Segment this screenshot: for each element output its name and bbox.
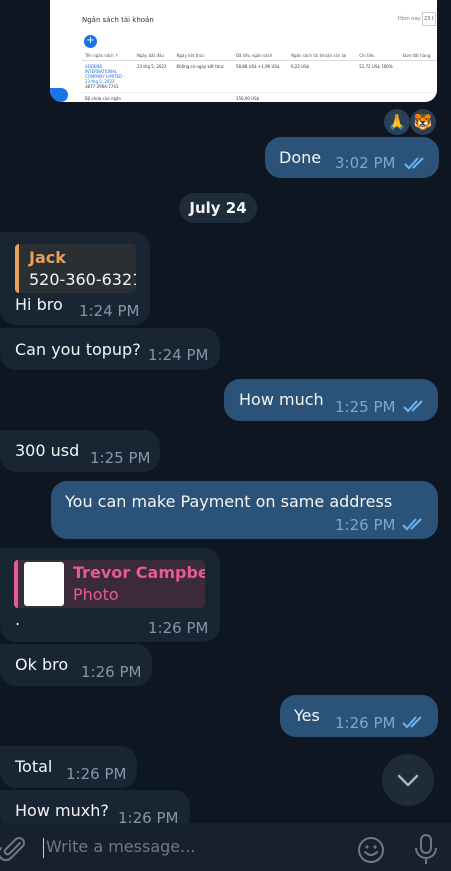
message-text: How muxh? (15, 801, 109, 820)
preview-col: Ngày bắt đầu (134, 52, 174, 61)
preview-cell: 3877-2964-7741 (85, 84, 119, 89)
message-time: 1:26 PM (148, 619, 209, 637)
photo-preview[interactable]: Ngân sách tài khoản Hôm nay 23 t + Tên n… (50, 0, 437, 102)
message-time: 1:26 PM (335, 516, 396, 534)
message-incoming[interactable]: Ok bro 1:26 PM (0, 644, 152, 686)
message-outgoing[interactable]: You can make Payment on same address 1:2… (51, 481, 438, 539)
reaction-pray[interactable]: 🙏 (384, 109, 410, 135)
preview-col: Ngày kết thúc (173, 52, 233, 61)
message-time: 1:26 PM (66, 765, 127, 783)
reply-accent-bar (15, 244, 19, 293)
message-text: . (15, 610, 21, 629)
preview-col: Đơn đặt hàng (400, 52, 437, 61)
message-incoming[interactable]: Total 1:26 PM (0, 746, 137, 788)
preview-cell: Bộ chứa của ngân sách (82, 92, 134, 102)
message-time: 1:26 PM (335, 714, 396, 732)
message-time: 1:25 PM (335, 398, 396, 416)
reply-accent-bar (14, 560, 18, 608)
reply-quote[interactable]: Trevor Campbell Photo (14, 560, 205, 608)
attach-icon[interactable] (0, 835, 26, 863)
message-incoming[interactable]: Jack 520-360-6321 Hi bro 1:24 PM (0, 232, 150, 325)
message-text: Hi bro (15, 295, 63, 314)
message-text: 300 usd (15, 441, 80, 460)
message-text: How much (239, 390, 324, 409)
message-time: 1:26 PM (81, 663, 142, 681)
message-time: 1:24 PM (148, 346, 209, 364)
chevron-down-icon (397, 774, 419, 787)
preview-cell: 58,88 US$ +1,96 US$ (232, 60, 288, 93)
message-text: You can make Payment on same address (65, 492, 393, 511)
preview-title: Ngân sách tài khoản (82, 16, 154, 24)
reply-sender: Jack (29, 248, 66, 267)
composer-bar: Write a message... (0, 823, 451, 871)
microphone-icon[interactable] (413, 833, 439, 867)
message-time: 1:25 PM (90, 449, 151, 467)
message-input[interactable]: Write a message... (42, 834, 332, 860)
double-check-icon (402, 517, 426, 531)
double-check-icon (403, 399, 427, 413)
message-outgoing[interactable]: How much 1:25 PM (224, 379, 438, 421)
message-outgoing[interactable]: Yes 1:26 PM (280, 695, 438, 737)
preview-col: Tên ngân sách ↑ (82, 52, 134, 61)
preview-table: Tên ngân sách ↑ Ngày bắt đầu Ngày kết th… (82, 52, 437, 102)
message-outgoing[interactable]: Done 3:02 PM (265, 137, 439, 178)
preview-cell: 51,72 US$ 100% (356, 60, 401, 93)
preview-col: Chi tiêu (356, 52, 401, 61)
message-text: Done (279, 148, 322, 167)
message-text: Ok bro (15, 655, 69, 674)
message-time: 1:24 PM (79, 302, 140, 320)
reply-photo-thumbnail (24, 562, 64, 606)
message-text: Can you topup? (15, 340, 141, 359)
preview-cell: Không có ngày kết thúc (173, 60, 233, 93)
preview-cell: 0,22 US$ (287, 60, 357, 93)
preview-add-button: + (84, 35, 97, 48)
reply-sender: Trevor Campbell (73, 563, 205, 582)
message-text: Total (15, 757, 53, 776)
double-check-icon (404, 156, 428, 170)
preview-col: Đã tiêu ngân sách (232, 52, 288, 61)
reaction-tiger[interactable]: 🐯 (410, 109, 436, 135)
reply-text: 520-360-6321 (29, 270, 136, 289)
message-incoming[interactable]: Trevor Campbell Photo . 1:26 PM (0, 548, 220, 642)
scroll-down-button[interactable] (382, 754, 434, 806)
date-separator: July 24 (179, 193, 257, 223)
emoji-icon[interactable] (356, 835, 386, 865)
reply-quote[interactable]: Jack 520-360-6321 (15, 244, 136, 293)
preview-col: Ngân sách tài khoản còn lại (287, 52, 357, 61)
preview-date-box: 23 t (422, 12, 436, 26)
message-text: Yes (294, 706, 320, 725)
message-incoming[interactable]: 300 usd 1:25 PM (0, 430, 160, 472)
double-check-icon (402, 715, 426, 729)
message-time: 3:02 PM (335, 154, 396, 172)
preview-sidebar-tab (50, 88, 68, 102)
preview-cell: ADDEND INTERNATIONAL COMPANY LIMITED - 2… (85, 64, 125, 84)
preview-date-range: Hôm nay (398, 16, 421, 22)
preview-cell: 23 thg 5, 2023 (134, 60, 174, 93)
message-incoming[interactable]: Can you topup? 1:24 PM (0, 328, 220, 370)
preview-cell: 150,00 US$ (232, 92, 288, 102)
reply-text: Photo (73, 585, 119, 604)
